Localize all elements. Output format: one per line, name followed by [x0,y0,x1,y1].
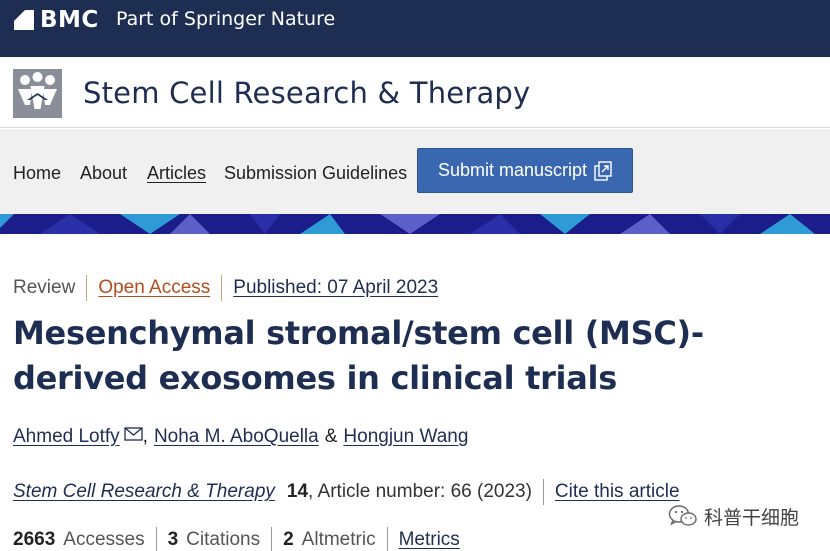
journal-title[interactable]: Stem Cell Research & Therapy [83,73,530,113]
watermark-text: 科普干细胞 [704,506,800,529]
article-metrics: 2663 Accesses 3 Citations 2 Altmetric Me… [13,527,460,551]
author-separator: , [142,426,148,447]
author-separator: & [324,426,338,447]
altmetric-count: 2 [283,529,294,550]
submit-manuscript-label: Submit manuscript [438,160,588,180]
article-meta: Review Open Access Published: 07 April 2… [13,275,438,301]
article-type: Review [13,277,76,298]
meta-divider [221,275,223,301]
article-title: Mesenchymal stromal/stem cell (MSC)-deri… [13,314,704,397]
bmc-logo-text: BMC [40,7,99,33]
accesses-count: 2663 [13,529,56,550]
meta-divider [542,479,544,505]
nav-articles[interactable]: Articles [147,162,206,184]
bmc-logo[interactable]: BMC [14,7,99,33]
meta-divider [155,527,157,551]
journal-header: Stem Cell Research & Therapy [0,57,830,128]
open-access-link[interactable]: Open Access [98,277,210,299]
journal-nav: Home About Articles Submission Guideline… [0,129,830,214]
email-icon[interactable] [124,427,143,441]
decorative-banner [0,214,830,234]
meta-divider [271,527,273,551]
nav-about[interactable]: About [80,162,127,184]
brand-tagline: Part of Springer Nature [116,8,336,30]
author-link[interactable]: Ahmed Lotfy [13,426,120,448]
meta-divider [386,527,388,551]
bmc-logo-mark [14,10,34,30]
metrics-link[interactable]: Metrics [399,529,460,551]
submit-manuscript-button[interactable]: Submit manuscript [417,148,633,193]
article-number: , Article number: 66 (2023) [308,481,532,502]
cite-this-article-link[interactable]: Cite this article [555,481,680,503]
meta-divider [86,275,88,301]
citation-line: Stem Cell Research & Therapy 14 , Articl… [13,479,680,505]
nav-submission-guidelines[interactable]: Submission Guidelines [224,162,407,184]
watermark: 科普干细胞 [668,502,799,530]
author-link[interactable]: Noha M. AboQuella [154,426,319,448]
altmetric-label: Altmetric [301,529,376,550]
author-link[interactable]: Hongjun Wang [343,426,468,448]
accesses-label: Accesses [63,529,145,550]
external-submit-icon [594,161,612,181]
citations-label: Citations [186,529,261,550]
published-date-link[interactable]: Published: 07 April 2023 [233,277,438,299]
brand-bar: BMC Part of Springer Nature [0,0,830,57]
citations-count: 3 [167,529,179,550]
wechat-icon [668,505,697,526]
nav-home[interactable]: Home [13,162,61,184]
journal-logo-icon[interactable] [13,69,62,118]
author-list: Ahmed Lotfy , Noha M. AboQuella & Hongju… [13,426,468,448]
journal-citation-link[interactable]: Stem Cell Research & Therapy [13,481,275,503]
volume-number: 14 [286,481,309,502]
